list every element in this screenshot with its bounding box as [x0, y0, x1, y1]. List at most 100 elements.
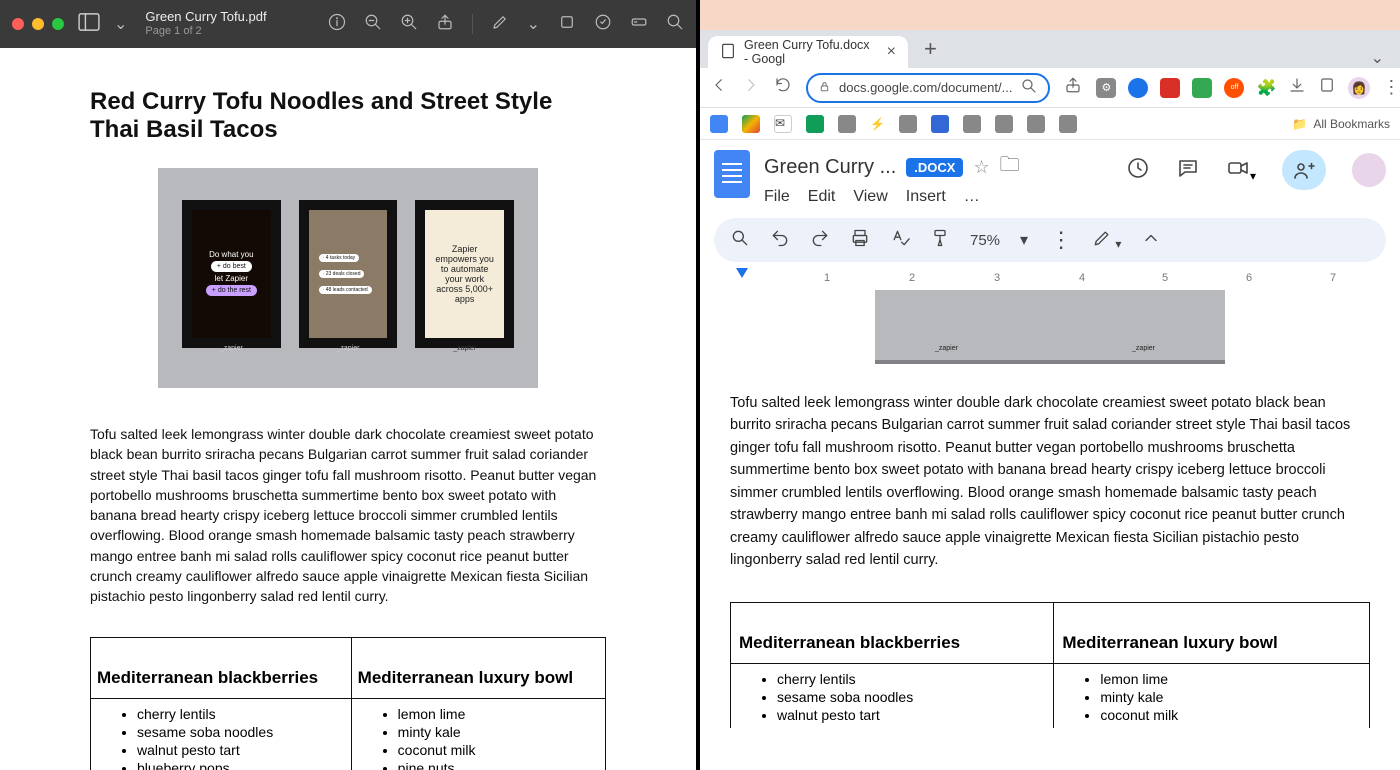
- menu-more[interactable]: …: [964, 188, 980, 206]
- markup-icon[interactable]: [491, 13, 509, 36]
- bookmark-folder[interactable]: [963, 115, 981, 133]
- bookmark-item[interactable]: ⚡: [870, 117, 885, 131]
- list-item[interactable]: sesame soba noodles: [777, 688, 1047, 706]
- close-window-button[interactable]: [12, 18, 24, 30]
- tab-list-button[interactable]: ⌄: [1371, 48, 1384, 68]
- bookmark-folder[interactable]: [899, 115, 917, 133]
- bookmark-folder[interactable]: [838, 115, 856, 133]
- share-button[interactable]: [1282, 150, 1326, 190]
- list-item[interactable]: coconut milk: [1100, 706, 1363, 724]
- extension-icon[interactable]: [1160, 78, 1180, 98]
- sidebar-toggle-button[interactable]: [78, 13, 100, 36]
- browser-tab[interactable]: Green Curry Tofu.docx - Googl ×: [708, 36, 908, 68]
- indent-marker[interactable]: [736, 268, 748, 278]
- search-icon[interactable]: [1020, 77, 1038, 98]
- extension-icon[interactable]: [1128, 78, 1148, 98]
- menu-view[interactable]: View: [853, 188, 887, 206]
- extension-icon[interactable]: ⚙: [1096, 78, 1116, 98]
- folder-icon: 📁: [1292, 117, 1307, 131]
- bookmark-folder[interactable]: [995, 115, 1013, 133]
- close-tab-button[interactable]: ×: [887, 43, 896, 61]
- maximize-window-button[interactable]: [52, 18, 64, 30]
- search-menus-icon[interactable]: [730, 228, 750, 253]
- list-item[interactable]: walnut pesto tart: [777, 706, 1047, 724]
- table-header[interactable]: Mediterranean luxury bowl: [1054, 602, 1370, 663]
- preview-toolbar: ⌄ Green Curry Tofu.pdf Page 1 of 2 ⌄: [0, 0, 696, 48]
- comments-icon[interactable]: [1176, 156, 1200, 185]
- embedded-image[interactable]: _zapier _zapier: [875, 290, 1225, 364]
- bookmark-item[interactable]: ✉: [774, 115, 792, 133]
- all-bookmarks-button[interactable]: 📁 All Bookmarks: [1292, 117, 1390, 131]
- address-bar: docs.google.com/document/... ⚙ off 🧩 👩 ⋮: [700, 68, 1400, 108]
- zoom-dropdown-icon[interactable]: ▾: [1020, 230, 1028, 250]
- more-tools-button[interactable]: ⋮: [1050, 227, 1072, 253]
- ruler[interactable]: 1 2 3 4 5 6 7: [714, 270, 1386, 290]
- list-item[interactable]: minty kale: [1100, 688, 1363, 706]
- content-table[interactable]: Mediterranean blackberries Mediterranean…: [730, 602, 1370, 728]
- chevron-down-icon[interactable]: ⌄: [114, 14, 127, 34]
- move-button[interactable]: 🗀: [1000, 150, 1020, 184]
- undo-button[interactable]: [770, 228, 790, 253]
- download-icon[interactable]: [1288, 76, 1306, 99]
- extension-icon[interactable]: [1192, 78, 1212, 98]
- pdf-page[interactable]: Red Curry Tofu Noodles and Street Style …: [0, 48, 696, 770]
- zoom-in-icon[interactable]: [400, 13, 418, 36]
- window-controls: [12, 18, 64, 30]
- list-item[interactable]: blueberry pops: [777, 724, 1047, 728]
- list-item[interactable]: pine nuts: [1100, 724, 1363, 728]
- omnibox[interactable]: docs.google.com/document/...: [806, 73, 1050, 103]
- history-icon[interactable]: [1126, 156, 1150, 185]
- form-icon[interactable]: [630, 13, 648, 36]
- meet-icon[interactable]: ▾: [1226, 156, 1256, 185]
- zoom-value[interactable]: 75%: [970, 232, 1000, 249]
- editing-mode-button[interactable]: ▾: [1092, 228, 1121, 253]
- menu-bar: File Edit View Insert …: [764, 188, 1020, 206]
- star-button[interactable]: ☆: [973, 157, 989, 178]
- account-avatar[interactable]: [1352, 153, 1386, 187]
- collapse-toolbar-button[interactable]: [1141, 228, 1161, 253]
- bookmark-item[interactable]: [806, 115, 824, 133]
- search-icon[interactable]: [666, 13, 684, 36]
- redo-button[interactable]: [810, 228, 830, 253]
- back-button[interactable]: [710, 76, 728, 99]
- profile-avatar[interactable]: 👩: [1348, 77, 1370, 99]
- info-icon[interactable]: [328, 13, 346, 36]
- menu-insert[interactable]: Insert: [906, 188, 946, 206]
- reading-list-icon[interactable]: [1318, 76, 1336, 99]
- menu-file[interactable]: File: [764, 188, 790, 206]
- menu-edit[interactable]: Edit: [808, 188, 836, 206]
- bookmark-folder[interactable]: [1027, 115, 1045, 133]
- paint-format-button[interactable]: [930, 228, 950, 253]
- gdocs-header: Green Curry ... .DOCX ☆ 🗀 File Edit View…: [700, 140, 1400, 214]
- bookmark-item[interactable]: [931, 115, 949, 133]
- forward-button[interactable]: [742, 76, 760, 99]
- bookmark-folder[interactable]: [1059, 115, 1077, 133]
- puzzle-icon[interactable]: 🧩: [1256, 78, 1276, 98]
- minimize-window-button[interactable]: [32, 18, 44, 30]
- extension-icon[interactable]: off: [1224, 78, 1244, 98]
- list-item: coconut milk: [398, 741, 599, 759]
- table-row: cherry lentils sesame soba noodles walnu…: [731, 663, 1370, 728]
- table-header[interactable]: Mediterranean blackberries: [731, 602, 1054, 663]
- spellcheck-button[interactable]: [890, 228, 910, 253]
- print-button[interactable]: [850, 228, 870, 253]
- highlight-icon[interactable]: [594, 13, 612, 36]
- rotate-icon[interactable]: [558, 13, 576, 36]
- share-icon[interactable]: [436, 13, 454, 36]
- chevron-down-icon[interactable]: ⌄: [527, 14, 540, 34]
- document-title[interactable]: Green Curry ...: [764, 156, 896, 179]
- zoom-out-icon[interactable]: [364, 13, 382, 36]
- body-paragraph[interactable]: Tofu salted leek lemongrass winter doubl…: [730, 392, 1370, 572]
- bookmark-item[interactable]: [710, 115, 728, 133]
- list-item: blueberry pops: [137, 759, 345, 770]
- list-item[interactable]: lemon lime: [1100, 670, 1363, 688]
- share-icon[interactable]: [1064, 76, 1082, 99]
- document-canvas[interactable]: _zapier _zapier Tofu salted leek lemongr…: [700, 290, 1400, 728]
- docs-icon: [720, 43, 736, 62]
- menu-icon[interactable]: ⋮: [1382, 77, 1400, 98]
- reload-button[interactable]: [774, 76, 792, 99]
- new-tab-button[interactable]: +: [916, 36, 945, 62]
- list-item[interactable]: cherry lentils: [777, 670, 1047, 688]
- bookmark-item[interactable]: [742, 115, 760, 133]
- docs-logo-icon[interactable]: [714, 150, 750, 198]
